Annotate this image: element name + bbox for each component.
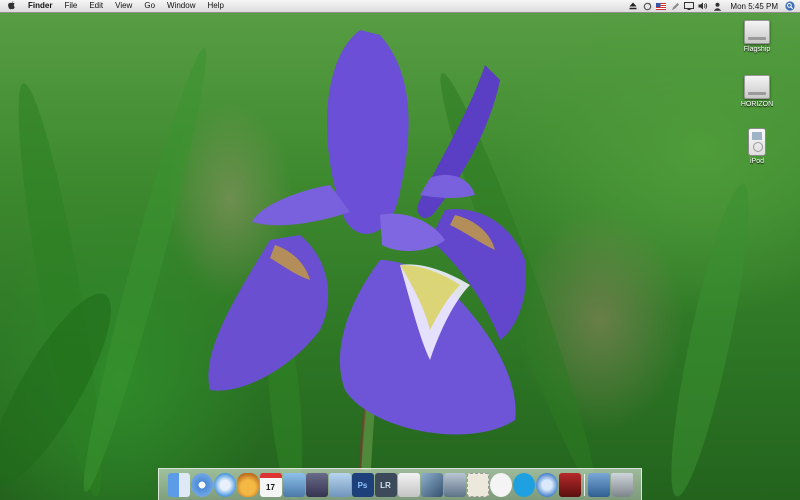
pen-icon[interactable] (668, 0, 682, 12)
hard-drive-icon (744, 75, 770, 99)
flag-us-icon[interactable] (654, 0, 668, 12)
pen-tool-icon[interactable] (420, 473, 443, 497)
user-icon[interactable] (710, 0, 724, 12)
menu-app-name[interactable]: Finder (22, 0, 58, 12)
compass-icon[interactable] (535, 473, 558, 497)
menu-view[interactable]: View (109, 0, 138, 12)
menu-bar: Finder File Edit View Go Window Help Mon… (0, 0, 800, 13)
desktop-icon-ipod[interactable]: iPod (732, 128, 782, 165)
iphoto-icon[interactable] (282, 473, 305, 497)
photo-booth-icon[interactable] (558, 473, 581, 497)
eject-icon[interactable] (626, 0, 640, 12)
apple-store-icon[interactable] (397, 473, 420, 497)
dock: 17 Ps LR (158, 468, 642, 500)
menu-edit[interactable]: Edit (83, 0, 109, 12)
spotlight-search-icon[interactable] (784, 1, 796, 11)
volume-icon[interactable] (696, 0, 710, 12)
itunes-icon[interactable] (190, 473, 213, 497)
desktop-wallpaper (0, 0, 800, 500)
preview-icon[interactable] (328, 473, 351, 497)
status-menus: Mon 5:45 PM (626, 0, 800, 12)
ipod-icon (748, 128, 766, 156)
finder-icon[interactable] (167, 473, 190, 497)
apple-icon[interactable] (0, 0, 22, 12)
imovie-icon[interactable] (305, 473, 328, 497)
iris-flower-image (208, 30, 526, 471)
safari-icon[interactable] (213, 473, 236, 497)
photoshop-icon[interactable]: Ps (351, 473, 374, 497)
menu-help[interactable]: Help (201, 0, 229, 12)
mail-stamp-icon[interactable] (466, 473, 489, 497)
display-icon[interactable] (682, 0, 696, 12)
desktop-icon-horizon[interactable]: HORIZON (732, 75, 782, 108)
network-icon[interactable] (443, 473, 466, 497)
ichat-icon[interactable] (489, 473, 512, 497)
menu-window[interactable]: Window (161, 0, 201, 12)
iris-petal (420, 174, 475, 199)
garageband-icon[interactable] (236, 473, 259, 497)
trash-icon[interactable] (610, 473, 633, 497)
desktop-icon-flagship[interactable]: Flagship (732, 20, 782, 53)
iris-petal (208, 235, 329, 391)
skype-icon[interactable] (512, 473, 535, 497)
desktop-icon-label: HORIZON (740, 101, 774, 108)
menu-file[interactable]: File (58, 0, 83, 12)
menu-clock[interactable]: Mon 5:45 PM (724, 2, 784, 11)
ical-icon[interactable]: 17 (259, 473, 282, 497)
hard-drive-icon (744, 20, 770, 44)
menu-go[interactable]: Go (138, 0, 161, 12)
iris-petal (380, 213, 445, 252)
desktop-icon-label: Flagship (743, 46, 771, 53)
downloads-stack-icon[interactable] (587, 473, 610, 497)
sync-icon[interactable] (640, 0, 654, 12)
lightroom-icon[interactable]: LR (374, 473, 397, 497)
iris-petal (252, 185, 350, 226)
dock-separator (583, 474, 585, 496)
desktop-icon-label: iPod (749, 158, 764, 165)
